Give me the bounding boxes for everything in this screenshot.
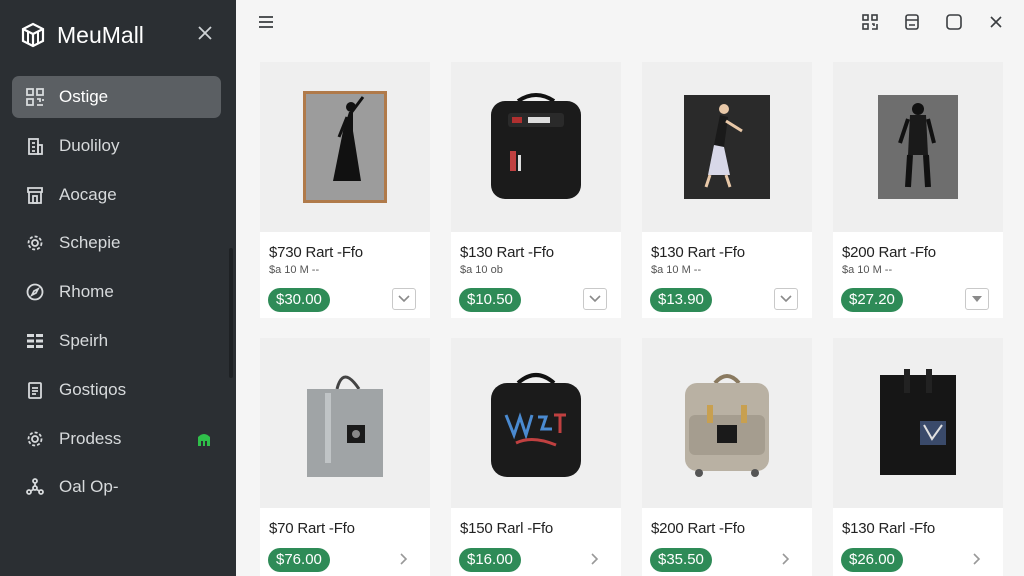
green-bag-icon [195,430,213,448]
box-logo-icon [20,22,46,48]
product-image [260,338,430,508]
product-info: $70 Rart -Ffo $76.00 [260,508,430,576]
price-badge: $10.50 [459,288,521,312]
window-icon[interactable] [942,10,966,34]
product-card[interactable]: $200 Rart -Ffo $a 10 M -- $27.20 [833,62,1003,318]
sidebar-item-gostiqos[interactable]: Gostiqos [12,369,221,411]
sidebar-item-schepie[interactable]: Schepie [12,222,221,264]
sidebar-nav: Ostige Duoliloy Aocage Schepie Rhome Spe… [12,76,221,515]
gear-icon [24,428,46,450]
chevron-right-icon[interactable] [965,548,989,570]
product-info: $150 Rarl -Ffo $16.00 [451,508,621,576]
product-image [642,62,812,232]
building-icon [24,135,46,157]
product-subtitle: $a 10 M -- [269,264,320,276]
product-card[interactable]: $730 Rart -Ffo $a 10 M -- $30.00 [260,62,430,318]
network-icon [24,476,46,498]
price-badge: $16.00 [459,548,521,572]
app-name: MeuMall [57,21,144,48]
sidebar-item-label: Ostige [59,87,109,106]
close-icon[interactable] [984,10,1008,34]
product-card[interactable]: $200 Rart -Ffo $35.50 [642,338,812,576]
product-info: $730 Rart -Ffo $a 10 M -- $30.00 [260,232,430,318]
sidebar-item-label: Rhome [59,282,114,302]
price-badge: $13.90 [650,288,712,312]
sidebar-item-duoliloy[interactable]: Duoliloy [12,125,221,167]
product-title: $730 Rart -Ffo [269,244,363,261]
grid-qr-icon [24,86,46,108]
sidebar-item-ostige[interactable]: Ostige [12,76,221,118]
product-image [833,62,1003,232]
product-title: $130 Rarl -Ffo [842,520,936,537]
product-title: $130 Rart -Ffo [460,244,554,261]
compass-icon [24,281,46,303]
product-info: $200 Rart -Ffo $a 10 M -- $27.20 [833,232,1003,318]
chevron-down-icon[interactable] [392,288,416,310]
product-title: $200 Rart -Ffo [651,520,745,537]
product-image [451,62,621,232]
product-card[interactable]: $150 Rarl -Ffo $16.00 [451,338,621,576]
product-title: $70 Rart -Ffo [269,520,355,537]
product-subtitle: $a 10 ob [460,264,503,276]
chevron-down-icon[interactable] [965,288,989,310]
product-image [260,62,430,232]
chevron-down-icon[interactable] [583,288,607,310]
product-info: $130 Rart -Ffo $a 10 M -- $13.90 [642,232,812,318]
sidebar-item-rhome[interactable]: Rhome [12,271,221,313]
price-badge: $76.00 [268,548,330,572]
product-info: $130 Rart -Ffo $a 10 ob $10.50 [451,232,621,318]
product-image [833,338,1003,508]
sidebar-scrollbar[interactable] [229,248,233,378]
sidebar-item-aocage[interactable]: Aocage [12,174,221,216]
chevron-down-icon[interactable] [774,288,798,310]
product-card[interactable]: $130 Rarl -Ffo $26.00 [833,338,1003,576]
product-info: $200 Rart -Ffo $35.50 [642,508,812,576]
sidebar-item-label: Gostiqos [59,379,127,399]
sidebar-item-oal-op[interactable]: Oal Op- [12,466,221,508]
product-card[interactable]: $70 Rart -Ffo $76.00 [260,338,430,576]
product-card[interactable]: $130 Rart -Ffo $a 10 ob $10.50 [451,62,621,318]
sidebar: MeuMall Ostige Duoliloy Aocage Schepie R… [0,0,236,576]
sidebar-item-label: Oal Op- [59,477,119,497]
sidebar-item-prodess[interactable]: Prodess [12,418,221,460]
toolbar-icons [840,10,1008,34]
main-content: $730 Rart -Ffo $a 10 M -- $30.00 $130 Ra… [236,0,1024,576]
sidebar-item-label: Speirh [59,330,109,350]
sidebar-item-speirh[interactable]: Speirh [12,320,221,362]
sidebar-item-label: Prodess [59,428,122,448]
storefront-icon [24,184,46,206]
close-icon[interactable] [194,22,216,44]
clipboard-icon [24,379,46,401]
product-card[interactable]: $130 Rart -Ffo $a 10 M -- $13.90 [642,62,812,318]
app-window: MeuMall Ostige Duoliloy Aocage Schepie R… [0,0,1024,576]
product-title: $150 Rarl -Ffo [460,520,554,537]
hamburger-icon[interactable] [256,12,276,32]
qr-icon[interactable] [858,10,882,34]
brand[interactable]: MeuMall [20,18,144,52]
top-toolbar [236,0,1024,44]
price-badge: $27.20 [841,288,903,312]
price-badge: $26.00 [841,548,903,572]
product-info: $130 Rarl -Ffo $26.00 [833,508,1003,576]
chevron-right-icon[interactable] [392,548,416,570]
product-title: $200 Rart -Ffo [842,244,936,261]
product-subtitle: $a 10 M -- [842,264,893,276]
sidebar-item-label: Aocage [59,184,117,204]
sidebar-item-label: Schepie [59,233,121,253]
chevron-right-icon[interactable] [583,548,607,570]
sidebar-item-label: Duoliloy [59,135,120,155]
list-grid-icon [24,330,46,352]
printer-icon[interactable] [900,10,924,34]
product-subtitle: $a 10 M -- [651,264,702,276]
product-image [451,338,621,508]
price-badge: $35.50 [650,548,712,572]
product-image [642,338,812,508]
gear-icon [24,232,46,254]
price-badge: $30.00 [268,288,330,312]
chevron-right-icon[interactable] [774,548,798,570]
product-title: $130 Rart -Ffo [651,244,745,261]
